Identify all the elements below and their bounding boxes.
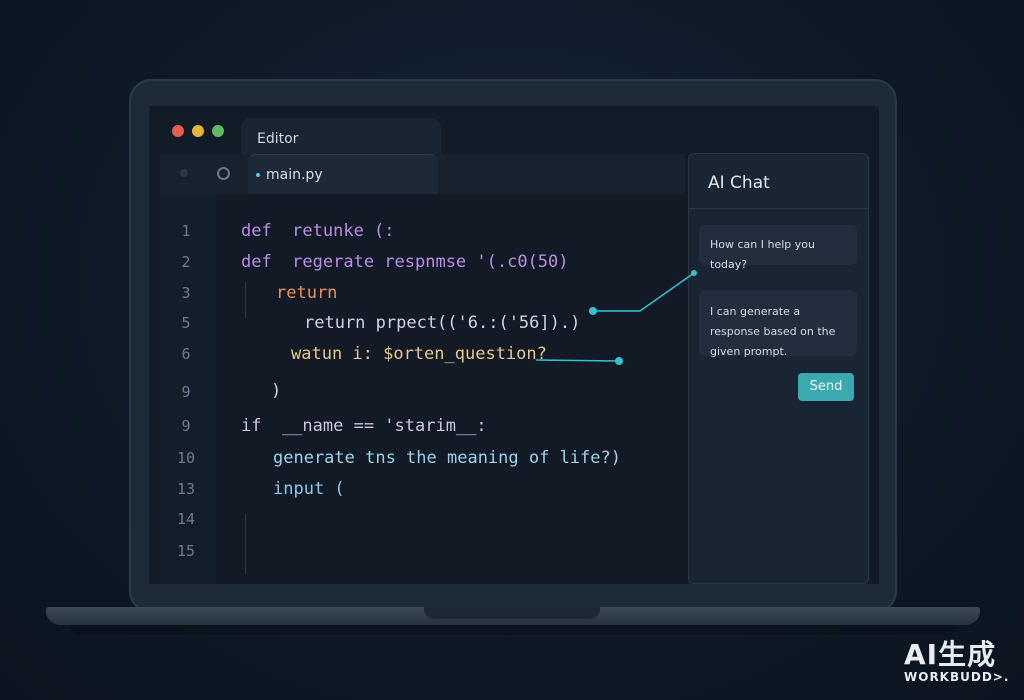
tab-editor-label: Editor — [257, 131, 299, 147]
code-line[interactable]: def regerate respnmse '(.c0(50) — [241, 252, 569, 272]
file-tab-main-py[interactable]: main.py — [248, 154, 438, 195]
close-window-button[interactable] — [172, 125, 184, 137]
indent-guide — [245, 282, 246, 318]
line-number: 1 — [181, 222, 191, 240]
modified-dot-icon — [256, 173, 260, 177]
code-line[interactable]: return prpect(('6.:('56]).) — [304, 313, 580, 333]
back-icon[interactable] — [180, 169, 188, 177]
chat-divider — [689, 208, 868, 209]
laptop-screen: Editor main.py 1 2 3 5 6 9 9 10 13 14 15… — [149, 106, 879, 584]
line-number: 2 — [181, 253, 191, 271]
code-line[interactable]: if __name == 'starim__: — [241, 416, 487, 436]
tab-editor[interactable]: Editor — [241, 118, 441, 158]
ai-chat-panel: AI Chat How can I help you today? I can … — [688, 153, 869, 584]
line-number: 10 — [176, 449, 196, 467]
line-number: 9 — [181, 383, 191, 401]
file-tab-label: main.py — [266, 167, 323, 183]
line-number: 3 — [181, 284, 191, 302]
code-line[interactable]: def retunke (: — [241, 221, 395, 241]
send-button[interactable]: Send — [798, 373, 854, 401]
line-number: 14 — [176, 510, 196, 528]
window-titlebar: Editor — [149, 106, 879, 158]
line-number: 15 — [176, 542, 196, 560]
line-number-gutter: 1 2 3 5 6 9 9 10 13 14 15 — [160, 194, 217, 584]
chat-title: AI Chat — [708, 173, 770, 193]
code-line[interactable]: ) — [271, 381, 281, 401]
editor-toolbar: main.py — [160, 154, 685, 195]
circle-icon[interactable] — [217, 167, 230, 180]
chat-message: I can generate a response based on the g… — [699, 290, 857, 358]
line-number: 9 — [181, 417, 191, 435]
code-line[interactable]: generate tns the meaning of life?) — [273, 448, 621, 468]
line-number: 5 — [181, 314, 191, 332]
maximize-window-button[interactable] — [212, 125, 224, 137]
watermark: AI生成 WORKBUDD>. — [904, 638, 1010, 685]
watermark-title: AI生成 — [904, 638, 997, 671]
minimize-window-button[interactable] — [192, 125, 204, 137]
code-line[interactable]: watun i: $orten_question? — [291, 344, 547, 364]
line-number: 6 — [181, 345, 191, 363]
line-number: 13 — [176, 480, 196, 498]
laptop-base-notch — [424, 607, 600, 619]
code-line[interactable]: input ( — [273, 479, 345, 499]
indent-guide — [245, 514, 246, 574]
chat-message: How can I help you today? — [699, 225, 857, 271]
code-area[interactable]: def retunke (: def regerate respnmse '(.… — [216, 194, 687, 584]
laptop-shadow — [70, 625, 956, 635]
code-line[interactable]: return — [276, 283, 337, 303]
watermark-subtitle: WORKBUDD>. — [904, 670, 1010, 684]
